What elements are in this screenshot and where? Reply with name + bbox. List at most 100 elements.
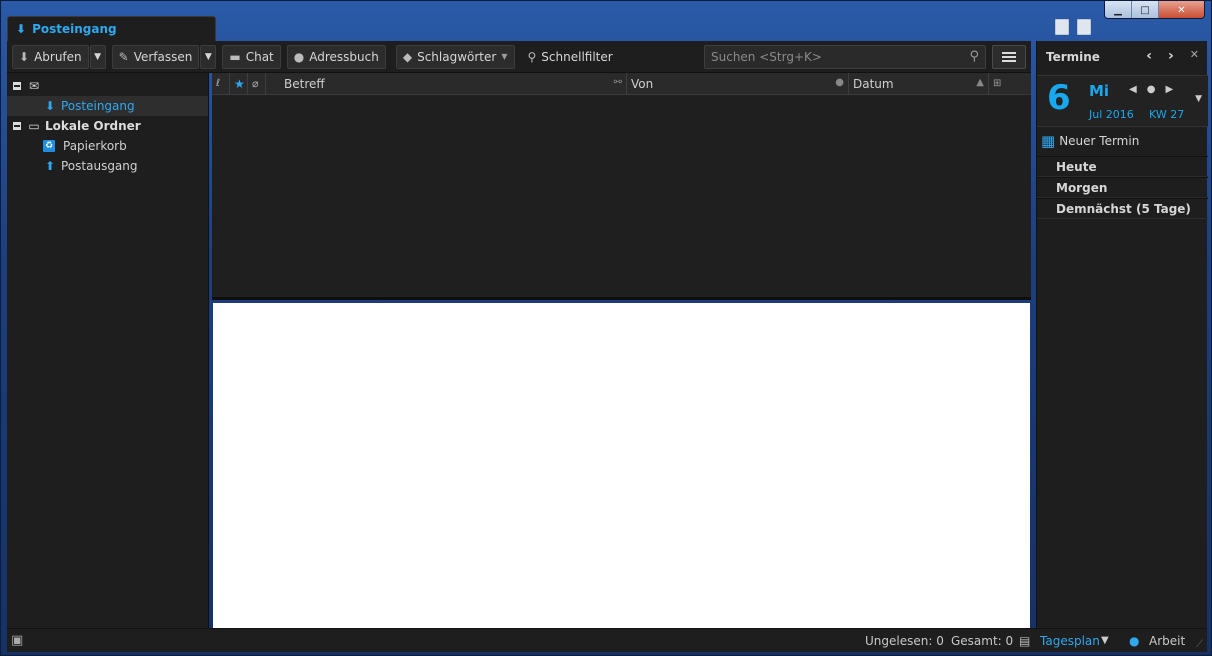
- address-book-button[interactable]: ● Adressbuch: [286, 44, 386, 69]
- folder-account[interactable]: ✉: [7, 76, 208, 96]
- resize-grip-icon[interactable]: ⟋: [1196, 639, 1203, 650]
- subject-column[interactable]: Betreff ⚯: [266, 72, 627, 95]
- thread-column[interactable]: ℓ: [212, 72, 230, 95]
- folder-label: Lokale Ordner: [45, 119, 141, 133]
- folder-local[interactable]: ▭ Lokale Ordner: [7, 116, 208, 136]
- get-mail-split: ⬇ Abrufen ▼: [12, 44, 106, 69]
- thread-icon: ℓ: [216, 78, 221, 89]
- agenda-today[interactable]: Heute: [1037, 156, 1208, 177]
- day-nav: ◀ ● ▶: [1129, 84, 1173, 95]
- chat-label: Chat: [245, 49, 274, 64]
- chevron-left-icon[interactable]: ‹: [1146, 48, 1152, 64]
- search-icon[interactable]: ⚲: [969, 49, 979, 64]
- app-menu-button[interactable]: [992, 45, 1026, 69]
- subject-header: Betreff: [284, 76, 325, 91]
- message-preview-pane[interactable]: [213, 303, 1030, 628]
- chevron-down-icon[interactable]: ▼: [1101, 635, 1109, 646]
- title-bar: ⬇ Posteingang ▁ □ ✕: [1, 1, 1211, 41]
- today-pane-header: Termine ‹ › ✕: [1037, 41, 1207, 73]
- quick-filter-button[interactable]: ⚲ Schnellfilter: [521, 45, 620, 69]
- tab-inbox[interactable]: ⬇ Posteingang: [7, 16, 216, 41]
- folder-outbox[interactable]: ⬆ Postausgang: [7, 156, 208, 176]
- chevron-down-icon: ▼: [501, 52, 508, 61]
- address-book-label: Adressbuch: [309, 49, 379, 64]
- get-mail-dropdown[interactable]: ▼: [89, 44, 106, 69]
- mini-date: 6 Mi ◀ ● ▶ Jul 2016 KW 27 ▼: [1037, 75, 1208, 127]
- triangle-right-icon[interactable]: ▶: [1165, 84, 1173, 95]
- today-nav: ‹ › ✕: [1146, 48, 1199, 64]
- unread-count: Ungelesen: 0: [865, 633, 944, 648]
- calendar-add-icon: ▦: [1041, 132, 1056, 150]
- person-icon: ●: [293, 49, 305, 64]
- folder-label: Papierkorb: [63, 139, 127, 153]
- column-picker-icon: ⊞: [993, 78, 1002, 89]
- folder-inbox[interactable]: ⬇ Posteingang: [7, 96, 208, 116]
- collapse-icon[interactable]: [13, 82, 21, 90]
- total-count: Gesamt: 0: [951, 633, 1014, 648]
- sort-ascending-icon[interactable]: ▲: [976, 77, 984, 88]
- chevron-right-icon[interactable]: ›: [1168, 48, 1174, 64]
- mail-toolbar: ⬇ Abrufen ▼ ✎ Verfassen ▼ ▬ Chat ● Adres…: [7, 41, 1031, 73]
- today-pane: Termine ‹ › ✕ 6 Mi ◀ ● ▶ Jul 2016 KW 27 …: [1036, 41, 1208, 628]
- tags-button[interactable]: ◆ Schlagwörter ▼: [395, 44, 515, 69]
- inbox-download-icon: ⬇: [16, 22, 27, 36]
- minimize-button[interactable]: ▁: [1105, 1, 1132, 18]
- search-input[interactable]: Suchen <Strg+K> ⚲: [704, 45, 986, 69]
- date-column[interactable]: Datum ▲: [849, 72, 989, 95]
- recycle-icon: ♻: [43, 140, 55, 152]
- get-mail-label: Abrufen: [34, 49, 82, 64]
- calendar-icon[interactable]: [1055, 19, 1069, 35]
- tags-label: Schlagwörter: [417, 49, 497, 64]
- agenda-tomorrow[interactable]: Morgen: [1037, 177, 1208, 198]
- title-icons: [1055, 19, 1091, 35]
- read-status-icon: ⚯: [613, 76, 622, 88]
- column-picker[interactable]: ⊞: [989, 73, 1007, 95]
- collapse-icon[interactable]: [13, 122, 21, 130]
- outbox-icon: ⬆: [44, 159, 56, 173]
- close-button[interactable]: ✕: [1159, 1, 1204, 18]
- offline-status-icon[interactable]: ▣: [11, 633, 23, 648]
- today-pane-mode[interactable]: Tagesplan: [1040, 634, 1100, 648]
- compose-dropdown[interactable]: ▼: [200, 44, 217, 69]
- weekday: Mi: [1089, 82, 1110, 100]
- chevron-down-icon[interactable]: ▼: [1195, 94, 1202, 104]
- maximize-button[interactable]: □: [1132, 1, 1159, 18]
- star-column[interactable]: ★: [230, 72, 248, 95]
- triangle-left-icon[interactable]: ◀: [1129, 84, 1137, 95]
- chevron-down-icon: ▼: [204, 51, 212, 62]
- attachment-column[interactable]: ⌀: [248, 72, 266, 95]
- computer-icon: ▭: [28, 119, 40, 133]
- hamburger-line: [1002, 60, 1016, 62]
- thread-pane: ℓ ★ ⌀ Betreff ⚯ Von ● Datum ▲ ⊞: [212, 72, 1031, 300]
- new-event-button[interactable]: ▦ Neuer Termin: [1041, 132, 1139, 150]
- from-header: Von: [631, 76, 654, 91]
- thread-header: ℓ ★ ⌀ Betreff ⚯ Von ● Datum ▲ ⊞: [212, 72, 1031, 95]
- agenda-sections: Heute Morgen Demnächst (5 Tage): [1037, 156, 1208, 219]
- folder-pane: ✉ ⬇ Posteingang ▭ Lokale Ordner ♻ Papier…: [7, 73, 209, 628]
- app-window: ⬇ Posteingang ▁ □ ✕ ⬇ Abrufen ▼ ✎ Verfas…: [0, 0, 1212, 656]
- download-icon: ⬇: [19, 49, 30, 64]
- tag-icon: ◆: [402, 49, 413, 64]
- tasks-icon[interactable]: [1077, 19, 1091, 35]
- folder-label: Posteingang: [61, 99, 135, 113]
- today-circle-icon[interactable]: ●: [1147, 84, 1156, 95]
- identity-label[interactable]: Arbeit: [1149, 634, 1185, 648]
- agenda-upcoming[interactable]: Demnächst (5 Tage): [1037, 198, 1208, 219]
- folder-trash[interactable]: ♻ Papierkorb: [7, 136, 208, 156]
- chat-button[interactable]: ▬ Chat: [222, 44, 281, 69]
- paperclip-icon: ⌀: [252, 77, 259, 90]
- calendar-small-icon: ▤: [1019, 633, 1031, 648]
- inbox-icon: ⬇: [44, 99, 56, 113]
- close-icon[interactable]: ✕: [1190, 48, 1199, 64]
- day-number: 6: [1047, 78, 1071, 118]
- star-icon: ★: [234, 76, 245, 91]
- from-column[interactable]: Von ●: [627, 72, 849, 95]
- compose-split: ✎ Verfassen ▼: [111, 44, 217, 69]
- week-number: KW 27: [1149, 108, 1185, 121]
- date-header: Datum: [853, 76, 894, 91]
- pencil-icon: ✎: [118, 49, 129, 64]
- month-year: Jul 2016: [1089, 108, 1134, 121]
- compose-button[interactable]: ✎ Verfassen: [111, 44, 200, 69]
- hamburger-line: [1002, 56, 1016, 58]
- get-mail-button[interactable]: ⬇ Abrufen: [12, 44, 89, 69]
